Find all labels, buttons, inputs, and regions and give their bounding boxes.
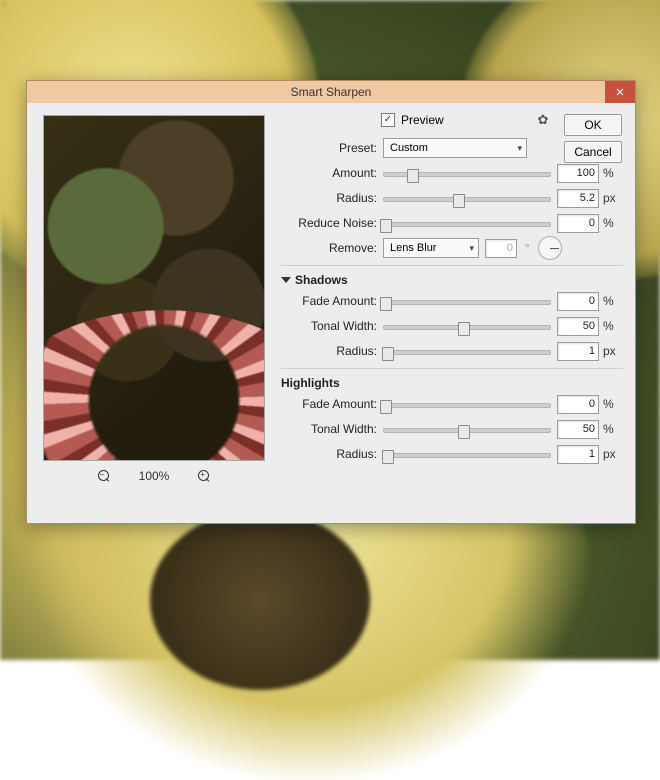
highlights-fade-amount-unit: %: [599, 397, 623, 411]
preset-select[interactable]: Custom ▾: [383, 138, 527, 158]
shadows-fade-amount-unit: %: [599, 294, 623, 308]
radius-slider[interactable]: [383, 191, 551, 205]
zoom-out-button[interactable]: −: [97, 469, 111, 483]
preset-value: Custom: [390, 142, 428, 154]
highlights-fade-amount-label: Fade Amount:: [281, 397, 383, 411]
reduce-noise-label: Reduce Noise:: [281, 216, 383, 230]
shadows-tonal-width-unit: %: [599, 319, 623, 333]
titlebar[interactable]: Smart Sharpen ✕: [27, 81, 635, 104]
smart-sharpen-dialog: Smart Sharpen ✕ − 100% + OK Cancel: [26, 80, 636, 524]
plus-icon: +: [200, 471, 205, 479]
shadows-radius-row: Radius: 1 px: [281, 340, 623, 362]
reduce-noise-value[interactable]: 0: [557, 214, 599, 233]
shadows-radius-unit: px: [599, 344, 623, 358]
shadows-fade-amount-row: Fade Amount: 0 %: [281, 290, 623, 312]
highlights-heading: Highlights: [281, 376, 340, 390]
remove-angle-unit: °: [523, 241, 532, 255]
dialog-title: Smart Sharpen: [291, 85, 372, 99]
amount-value[interactable]: 100: [557, 164, 599, 183]
radius-value[interactable]: 5.2: [557, 189, 599, 208]
reduce-noise-unit: %: [599, 216, 623, 230]
remove-value: Lens Blur: [390, 242, 436, 254]
ok-button[interactable]: OK: [564, 114, 622, 136]
preset-label: Preset:: [281, 141, 383, 155]
zoom-controls: − 100% +: [43, 465, 265, 487]
dialog-buttons: OK Cancel: [564, 114, 622, 163]
highlights-tonal-width-unit: %: [599, 422, 623, 436]
shadows-radius-slider[interactable]: [383, 344, 551, 358]
shadows-tonal-width-value[interactable]: 50: [557, 317, 599, 336]
remove-angle-value[interactable]: 0: [485, 239, 517, 258]
highlights-section-header[interactable]: Highlights: [281, 368, 623, 393]
chevron-down-icon: ▾: [511, 143, 522, 154]
radius-unit: px: [599, 191, 623, 205]
shadows-radius-value[interactable]: 1: [557, 342, 599, 361]
highlights-tonal-width-slider[interactable]: [383, 422, 551, 436]
check-icon: ✓: [384, 115, 392, 125]
highlights-tonal-width-label: Tonal Width:: [281, 422, 383, 436]
amount-row: Amount: 100 %: [281, 162, 623, 184]
highlights-fade-amount-slider[interactable]: [383, 397, 551, 411]
highlights-radius-label: Radius:: [281, 447, 383, 461]
dialog-content: − 100% + OK Cancel ✓ Preview ✿: [27, 103, 635, 523]
amount-slider[interactable]: [383, 166, 551, 180]
shadows-fade-amount-slider[interactable]: [383, 294, 551, 308]
close-button[interactable]: ✕: [605, 81, 635, 103]
remove-label: Remove:: [281, 241, 383, 255]
shadows-tonal-width-label: Tonal Width:: [281, 319, 383, 333]
cancel-button[interactable]: Cancel: [564, 141, 622, 163]
highlights-tonal-width-value[interactable]: 50: [557, 420, 599, 439]
shadows-fade-amount-value[interactable]: 0: [557, 292, 599, 311]
highlights-fade-amount-row: Fade Amount: 0 %: [281, 393, 623, 415]
amount-unit: %: [599, 166, 623, 180]
zoom-percentage[interactable]: 100%: [139, 469, 170, 483]
preview-image[interactable]: [43, 115, 265, 461]
chevron-down-icon: ▾: [463, 243, 474, 254]
shadows-radius-label: Radius:: [281, 344, 383, 358]
preview-label: Preview: [401, 113, 444, 127]
reduce-noise-row: Reduce Noise: 0 %: [281, 212, 623, 234]
highlights-radius-unit: px: [599, 447, 623, 461]
gear-icon: ✿: [538, 112, 549, 128]
highlights-radius-value[interactable]: 1: [557, 445, 599, 464]
remove-select[interactable]: Lens Blur ▾: [383, 238, 479, 258]
angle-dial[interactable]: [538, 236, 562, 260]
remove-row: Remove: Lens Blur ▾ 0 °: [281, 237, 623, 259]
close-icon: ✕: [615, 86, 624, 99]
settings-panel: OK Cancel ✓ Preview ✿ Preset: Custom ▾: [281, 109, 623, 513]
highlights-fade-amount-value[interactable]: 0: [557, 395, 599, 414]
preview-checkbox[interactable]: ✓: [381, 113, 395, 127]
minus-icon: −: [100, 471, 105, 479]
radius-label: Radius:: [281, 191, 383, 205]
reduce-noise-slider[interactable]: [383, 216, 551, 230]
shadows-fade-amount-label: Fade Amount:: [281, 294, 383, 308]
highlights-tonal-width-row: Tonal Width: 50 %: [281, 418, 623, 440]
highlights-radius-slider[interactable]: [383, 447, 551, 461]
shadows-section-header[interactable]: Shadows: [281, 265, 623, 290]
disclosure-triangle-icon: [281, 277, 291, 283]
shadows-tonal-width-slider[interactable]: [383, 319, 551, 333]
shadows-tonal-width-row: Tonal Width: 50 %: [281, 315, 623, 337]
settings-gear-button[interactable]: ✿: [535, 112, 551, 128]
radius-row: Radius: 5.2 px: [281, 187, 623, 209]
highlights-radius-row: Radius: 1 px: [281, 443, 623, 465]
zoom-in-button[interactable]: +: [197, 469, 211, 483]
shadows-heading: Shadows: [295, 273, 348, 287]
amount-label: Amount:: [281, 166, 383, 180]
